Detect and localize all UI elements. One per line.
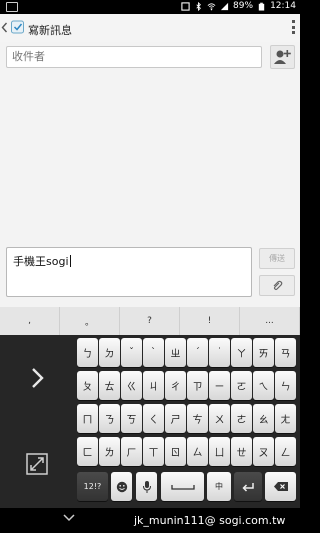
chevron-right-icon[interactable] [31,367,45,389]
battery-percent: 89% [233,1,254,11]
smiley-icon [116,481,127,492]
key[interactable]: ㄥ [275,437,296,466]
key[interactable]: ㄐ [143,371,164,400]
attach-button[interactable] [259,275,295,296]
notification-icon [6,2,18,12]
key[interactable]: ㄘ [187,404,208,433]
key[interactable]: ㄤ [275,404,296,433]
nfc-icon [181,1,190,11]
send-button[interactable]: 傳送 [259,248,295,269]
emoji-key[interactable] [111,472,132,501]
key[interactable]: ㄠ [253,404,274,433]
key[interactable]: ㄓ [165,338,186,367]
backspace-key[interactable] [265,472,296,501]
key[interactable]: ㄈ [77,437,98,466]
key[interactable]: ㄡ [253,437,274,466]
page-title: 寫新訊息 [28,24,72,37]
key[interactable]: ㄚ [231,338,252,367]
key[interactable]: ㄣ [275,371,296,400]
paperclip-icon [273,280,283,290]
key[interactable]: ㄨ [209,404,230,433]
key[interactable]: ㄖ [165,437,186,466]
key[interactable]: ㄜ [231,404,252,433]
key[interactable]: ㄉ [99,338,120,367]
punctuation-row: , 。 ? ! ... [0,307,300,335]
key[interactable]: ㄛ [231,371,252,400]
numbers-key[interactable]: 12!? [77,472,108,501]
language-key[interactable]: 中 [207,472,231,501]
space-key[interactable] [161,472,204,501]
key[interactable]: ㄋ [99,404,120,433]
backspace-icon [273,482,288,491]
keyboard-side-panel [0,335,74,508]
signal-icon [220,2,229,10]
key[interactable]: ㄟ [253,371,274,400]
status-bar: 89% 12:14 [0,0,300,14]
overflow-menu-icon[interactable] [291,20,295,34]
watermark-text: jk_munin111@ sogi.com.tw [134,514,286,527]
key[interactable]: ㄝ [231,437,252,466]
key[interactable]: ˋ [143,338,164,367]
text-cursor [69,255,71,267]
wifi-icon [207,2,216,10]
key[interactable]: ㄗ [187,371,208,400]
key[interactable]: ㄎ [121,404,142,433]
key[interactable]: ㄔ [165,371,186,400]
key[interactable]: ㄞ [253,338,274,367]
punct-key[interactable]: ! [180,307,240,335]
key[interactable]: ㄙ [187,437,208,466]
key[interactable]: ㄏ [121,437,142,466]
message-text: 手機王sogi [13,255,69,268]
enter-key[interactable] [234,472,262,501]
chevron-down-icon[interactable] [62,510,76,524]
key[interactable]: ㄅ [77,338,98,367]
key[interactable]: ㄢ [275,338,296,367]
key[interactable]: ㄍ [121,371,142,400]
recipient-input[interactable] [6,46,262,68]
key[interactable]: ㄆ [77,371,98,400]
message-input[interactable]: 手機王sogi [6,247,252,297]
add-contact-icon [274,50,291,64]
key[interactable]: ㄕ [165,404,186,433]
key[interactable]: ˊ [187,338,208,367]
key[interactable]: ㄑ [143,404,164,433]
key[interactable]: ㄩ [209,437,230,466]
add-contact-button[interactable] [270,45,295,69]
punct-key[interactable]: , [0,307,60,335]
key[interactable]: ㄌ [99,437,120,466]
key[interactable]: ˙ [209,338,230,367]
key[interactable]: ㄒ [143,437,164,466]
battery-icon [258,2,265,11]
compose-message-icon[interactable] [11,20,25,34]
bluetooth-icon [196,1,201,11]
microphone-key[interactable] [136,472,157,501]
microphone-icon [142,480,151,493]
space-bar-icon [170,484,195,490]
key[interactable]: ˇ [121,338,142,367]
punct-key[interactable]: ? [120,307,180,335]
status-icons: 89% 12:14 [181,1,296,11]
key[interactable]: ㄇ [77,404,98,433]
key[interactable]: ㄧ [209,371,230,400]
expand-icon[interactable] [26,453,48,475]
language-label: 中 [215,482,223,491]
punct-key[interactable]: ... [240,307,300,335]
key[interactable]: ㄊ [99,371,120,400]
status-time: 12:14 [270,1,296,11]
punct-key[interactable]: 。 [60,307,120,335]
enter-icon [242,482,254,492]
chevron-left-icon[interactable] [1,22,8,33]
